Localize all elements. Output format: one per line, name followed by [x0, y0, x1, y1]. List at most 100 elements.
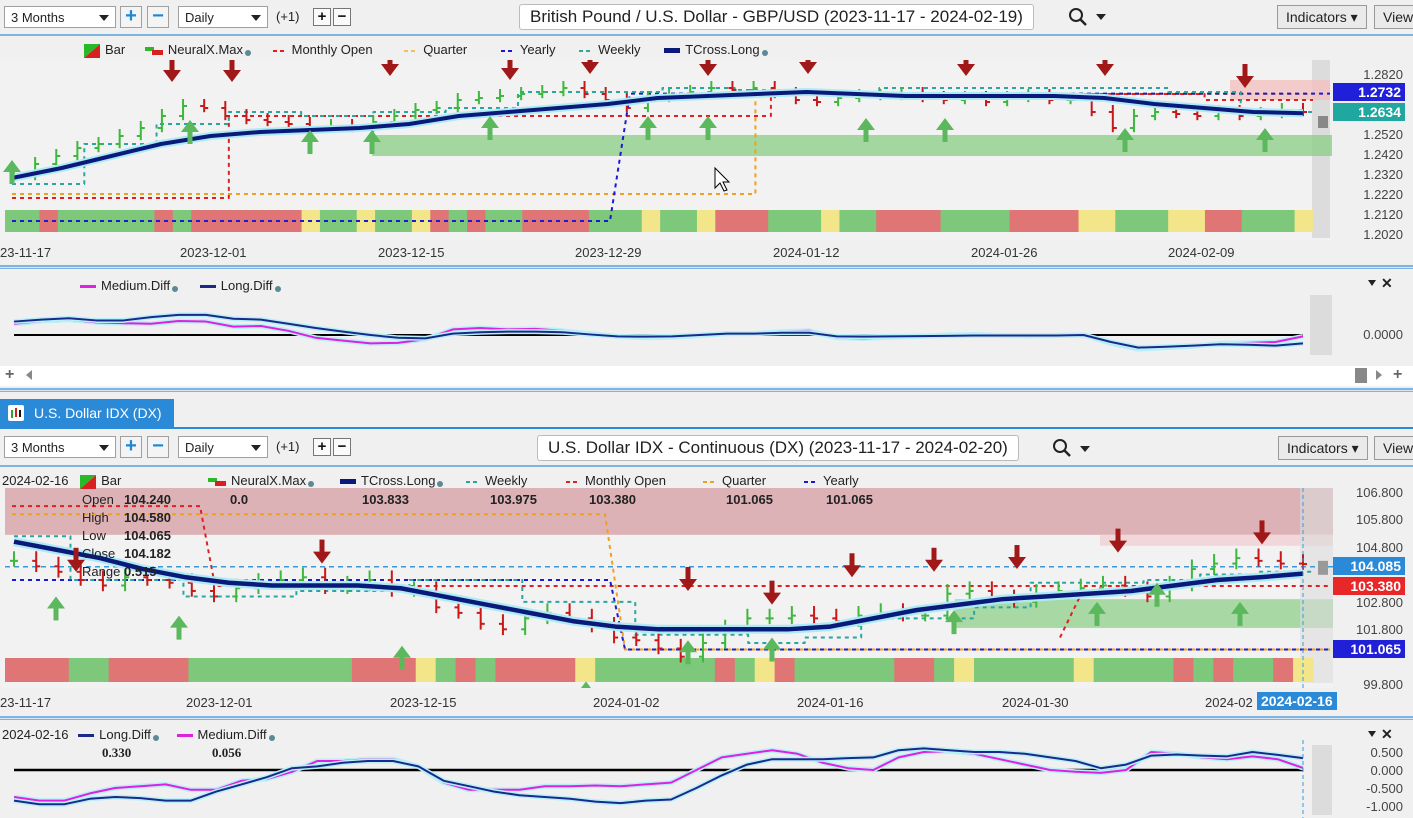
legend-item-neuralx[interactable]: NeuralX.Max	[208, 473, 315, 488]
add-pane-right-icon[interactable]: +	[1393, 366, 1402, 384]
weekly-price-label: 104.085	[1333, 557, 1405, 575]
interval-select[interactable]: Daily	[178, 436, 268, 458]
ohlc-value: 0.515	[124, 564, 157, 579]
support-zone	[372, 135, 1332, 156]
x-tick: 2024-02-09	[1168, 245, 1235, 260]
symbol-title[interactable]: U.S. Dollar IDX - Continuous (DX) (2023-…	[537, 435, 1019, 461]
add-pane-icon[interactable]: +	[5, 366, 14, 384]
legend-item-quarter[interactable]: Quarter	[404, 42, 467, 57]
horizontal-scrollbar[interactable]: + +	[0, 366, 1413, 386]
trend-strip	[455, 658, 477, 682]
offset-plus-button[interactable]: +	[313, 8, 331, 26]
chevron-down-icon	[251, 15, 261, 21]
zoom-out-button[interactable]: −	[147, 436, 169, 458]
dx-diff-chart[interactable]	[0, 740, 1413, 818]
offset-label: (+1)	[276, 9, 300, 24]
trend-strip	[595, 658, 716, 682]
tcross-price-label: 1.2634	[1333, 103, 1405, 121]
legend-item-quarter[interactable]: Quarter	[703, 473, 766, 488]
pane-divider[interactable]	[0, 265, 1413, 269]
ohlc-row: Open 104.240	[82, 492, 171, 507]
ohlc-row: Range 0.515	[82, 564, 157, 579]
trend-strip	[448, 210, 468, 232]
trend-strip	[641, 210, 661, 232]
scroll-thumb[interactable]	[1355, 368, 1367, 383]
quarter-swatch-icon	[703, 480, 717, 483]
y-tick: 99.800	[1363, 677, 1403, 692]
gbpusd-diff-chart[interactable]	[0, 290, 1413, 360]
search-dropdown-icon[interactable]	[1080, 446, 1090, 452]
indicators-button[interactable]: Indicators ▾	[1278, 436, 1368, 460]
diff-glow	[13, 745, 1304, 807]
trend-strip	[734, 658, 756, 682]
symbol-title[interactable]: British Pound / U.S. Dollar - GBP/USD (2…	[519, 4, 1034, 30]
dx-price-chart[interactable]	[0, 488, 1413, 688]
monthly-price-label: 103.380	[1333, 577, 1405, 595]
range-select[interactable]: 3 Months	[4, 6, 116, 28]
legend-item-yearly[interactable]: Yearly	[500, 42, 556, 57]
y-tick: 1.2520	[1363, 127, 1403, 142]
ohlc-label: Open	[82, 492, 114, 507]
view-button[interactable]: View	[1374, 5, 1413, 29]
search-icon[interactable]	[1052, 438, 1072, 461]
legend-item-tcross[interactable]: TCross.Long	[340, 473, 444, 488]
zoom-in-button[interactable]: +	[120, 436, 142, 458]
interval-select[interactable]: Daily	[178, 6, 268, 28]
offset-minus-button[interactable]: −	[333, 8, 351, 26]
search-dropdown-icon[interactable]	[1096, 14, 1106, 20]
pane-menu-icon[interactable]	[1368, 731, 1376, 737]
tab-us-dollar-idx[interactable]: U.S. Dollar IDX (DX)	[0, 399, 174, 427]
neuralx-value: 0.0	[230, 492, 249, 507]
legend-item-tcross[interactable]: TCross.Long	[664, 42, 768, 57]
legend-item-weekly[interactable]: Weekly	[466, 473, 527, 488]
trend-strip	[754, 658, 776, 682]
trend-strip	[954, 658, 975, 682]
legend-item-bar[interactable]: Bar	[84, 42, 125, 58]
zoom-in-button[interactable]: +	[120, 6, 142, 28]
search-icon[interactable]	[1068, 7, 1088, 30]
tab-label: U.S. Dollar IDX (DX)	[34, 405, 162, 421]
trend-strip	[934, 658, 955, 682]
x-tick: 2024-02	[1205, 695, 1253, 710]
yearly-value: 101.065	[826, 492, 873, 507]
divider	[0, 427, 1413, 429]
chevron-down-icon	[99, 445, 109, 451]
trend-strip	[415, 658, 437, 682]
trend-strip	[1173, 658, 1194, 682]
range-select-value: 3 Months	[11, 10, 65, 25]
chevron-down-icon	[251, 445, 261, 451]
legend-item-monthly[interactable]: Monthly Open	[566, 473, 666, 488]
indicators-button[interactable]: Indicators ▾	[1277, 5, 1367, 29]
ohlc-label: High	[82, 510, 109, 525]
divider	[0, 465, 1413, 467]
scroll-margin	[1312, 745, 1332, 815]
gbpusd-price-chart[interactable]	[0, 60, 1413, 240]
range-select[interactable]: 3 Months	[4, 436, 116, 458]
offset-plus-button[interactable]: +	[313, 438, 331, 456]
zoom-out-button[interactable]: −	[147, 6, 169, 28]
ohlc-value: 104.580	[124, 510, 171, 525]
x-tick: 2023-12-15	[378, 245, 445, 260]
scroll-left-icon[interactable]	[26, 370, 32, 380]
x-tick: 2023-12-29	[575, 245, 642, 260]
view-button[interactable]: View	[1374, 436, 1413, 460]
trend-strip	[1093, 658, 1174, 682]
offset-minus-button[interactable]: −	[333, 438, 351, 456]
tcross-swatch-icon	[664, 48, 681, 54]
legend-item-yearly[interactable]: Yearly	[804, 473, 859, 488]
scroll-margin	[1310, 295, 1332, 355]
x-tick: 2024-01-30	[1002, 695, 1069, 710]
legend-item-bar[interactable]: Bar	[80, 473, 121, 489]
legend-item-monthly[interactable]: Monthly Open	[272, 42, 373, 57]
x-tick: 2024-01-02	[593, 695, 660, 710]
pane-menu-icon[interactable]	[1368, 280, 1376, 286]
trend-strip	[876, 210, 942, 232]
legend-item-neuralx[interactable]: NeuralX.Max	[144, 42, 251, 57]
legend-item-weekly[interactable]: Weekly	[579, 42, 641, 57]
resistance-zone-2	[1100, 534, 1333, 546]
medium-diff-swatch-icon	[176, 733, 193, 737]
trend-strip	[1073, 658, 1095, 682]
interval-select-value: Daily	[185, 440, 214, 455]
pane-divider[interactable]	[0, 716, 1413, 720]
scroll-right-icon[interactable]	[1376, 370, 1382, 380]
